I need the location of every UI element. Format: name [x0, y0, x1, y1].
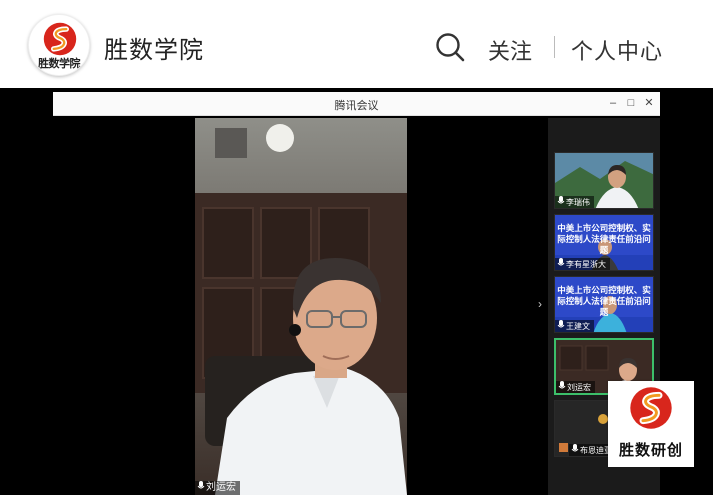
main-speaker-video[interactable]: 刘运宏 — [195, 118, 407, 495]
active-speaker-name: 刘运宏 — [206, 482, 236, 493]
watermark-text: 胜数研创 — [618, 441, 683, 459]
active-speaker-label: 刘运宏 — [195, 481, 240, 495]
search-icon — [436, 33, 465, 62]
header-divider — [554, 36, 555, 58]
slide-title: 中美上市公司控制权、实际控制人法律责任前沿问题 — [557, 285, 651, 317]
mic-icon — [557, 258, 565, 266]
site-logo[interactable]: 胜数学院 — [28, 14, 90, 76]
participant-tile[interactable]: 中美上市公司控制权、实际控制人法律责任前沿问题 王建文 — [554, 276, 654, 333]
logo-text: 胜数学院 — [38, 57, 81, 70]
slide-title: 中美上市公司控制权、实际控制人法律责任前沿问题 — [557, 223, 651, 255]
brand-logo-icon — [630, 387, 672, 429]
minimize-icon[interactable]: – — [606, 96, 620, 110]
site-name[interactable]: 胜数学院 — [104, 30, 204, 65]
participant-tile[interactable]: 李瑞伟 — [554, 152, 654, 209]
chevron-right-icon[interactable]: › — [538, 297, 542, 311]
search-button[interactable] — [434, 31, 466, 63]
maximize-icon[interactable]: □ — [624, 96, 638, 110]
meeting-titlebar: 腾讯会议 – □ ✕ — [53, 92, 660, 116]
brand-logo-icon — [43, 22, 77, 56]
mic-icon — [558, 381, 566, 389]
site-header: 胜数学院 胜数学院 关注 个人中心 — [0, 0, 713, 88]
meeting-window: 腾讯会议 – □ ✕ 刘运宏 › 李瑞伟 中美上市公司控制权、实际控制人法律责任… — [53, 92, 660, 495]
participant-name: 李有星浙大 — [555, 258, 610, 270]
brand-watermark: 胜数研创 — [608, 381, 694, 467]
mic-icon — [571, 444, 579, 452]
mic-icon — [557, 196, 565, 204]
participant-name: 刘运宏 — [556, 381, 595, 393]
user-center-link[interactable]: 个人中心 — [571, 34, 663, 66]
close-icon[interactable]: ✕ — [642, 96, 656, 110]
participant-name: 李瑞伟 — [555, 196, 594, 208]
mic-icon — [197, 481, 205, 489]
speaker-video-frame — [195, 118, 407, 495]
follow-link[interactable]: 关注 — [488, 34, 532, 66]
participant-name: 王建文 — [555, 320, 594, 332]
mic-icon — [557, 320, 565, 328]
participant-tile[interactable]: 中美上市公司控制权、实际控制人法律责任前沿问题 李有星浙大 — [554, 214, 654, 271]
meeting-window-title: 腾讯会议 — [334, 100, 379, 112]
